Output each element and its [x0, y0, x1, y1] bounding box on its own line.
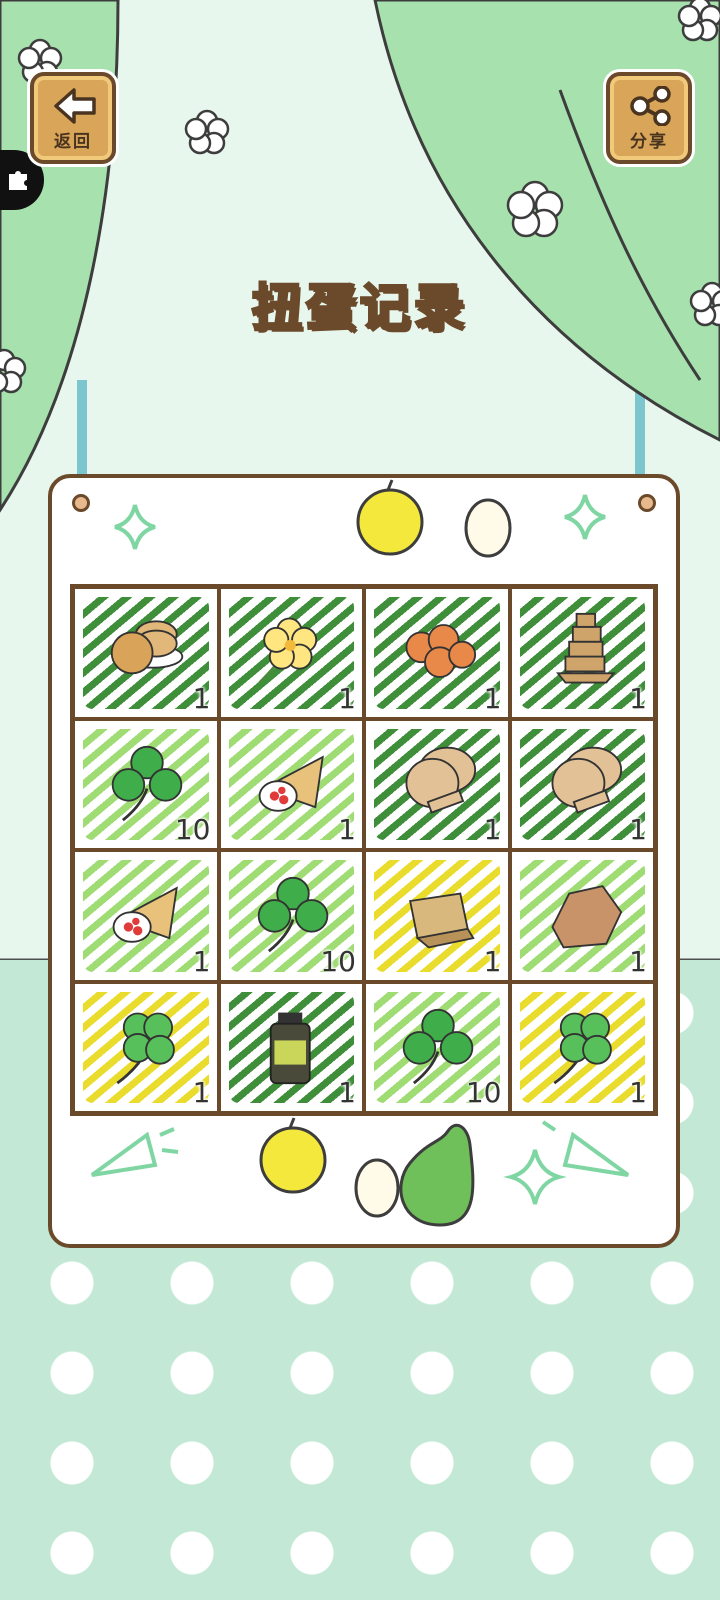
item-count: 1	[483, 681, 502, 715]
item-count: 10	[174, 813, 211, 846]
item-count: 10	[465, 1076, 502, 1109]
item-slot[interactable]: 1	[509, 587, 655, 719]
party-popper-icon	[90, 1120, 630, 1177]
item-count: 1	[192, 944, 211, 978]
item-slot[interactable]: 10	[218, 850, 364, 982]
item-slot[interactable]: 1	[509, 718, 655, 850]
yellow-flower-icon	[258, 617, 317, 684]
item-count: 1	[338, 813, 356, 846]
top-seed-icon	[464, 498, 512, 558]
item-slot[interactable]: 1	[73, 850, 219, 982]
item-count: 1	[629, 681, 647, 715]
sesame-crackers-icon	[551, 746, 622, 814]
item-slot[interactable]: 1	[364, 718, 510, 850]
item-count: 1	[192, 1076, 211, 1109]
four-leaf-clover-icon	[552, 1012, 612, 1084]
item-slot[interactable]: 1	[364, 587, 510, 719]
orange-buns-icon	[405, 624, 477, 678]
item-count: 1	[629, 813, 647, 846]
item-count: 1	[483, 813, 502, 846]
sesame-crackers-icon	[405, 746, 477, 814]
item-slot[interactable]: 1	[73, 587, 219, 719]
item-count: 1	[192, 681, 211, 715]
top-orange-icon	[356, 479, 424, 556]
item-slot[interactable]: 1	[509, 981, 655, 1113]
item-slot[interactable]: 1	[218, 981, 364, 1113]
item-slot[interactable]: 1	[73, 981, 219, 1113]
strawberry-crepe-icon	[258, 754, 324, 812]
bottom-seed-icon	[354, 1158, 400, 1218]
game-scene: 返回 分享 扭蛋记录 1 1 1 1 10 1 1 1 1 10 1 1 1 1…	[0, 0, 720, 1600]
item-count: 1	[483, 944, 502, 978]
item-count: 1	[338, 681, 356, 715]
medicine-bottle-icon	[269, 1012, 311, 1084]
item-count: 1	[629, 1076, 647, 1109]
item-slot[interactable]: 10	[73, 718, 219, 850]
item-slot[interactable]: 1	[218, 718, 364, 850]
item-slot[interactable]: 10	[364, 981, 510, 1113]
item-slot[interactable]: 1	[364, 850, 510, 982]
item-count: 10	[320, 944, 356, 978]
wooden-box-icon	[409, 892, 475, 949]
gacha-item-grid: 1 1 1 1 10 1 1 1 1 10 1 1 1 1 10 1	[70, 584, 658, 1116]
item-count: 1	[629, 944, 647, 978]
stacked-cookies-icon	[555, 612, 616, 684]
bottom-orange-icon	[259, 1117, 327, 1194]
rice-crackers-icon	[110, 620, 184, 675]
bottom-avocado-icon	[399, 1123, 475, 1227]
strawberry-crepe-icon	[112, 886, 178, 943]
item-count: 1	[338, 1076, 356, 1109]
brown-stone-icon	[550, 885, 622, 949]
item-slot[interactable]: 1	[509, 850, 655, 982]
item-slot[interactable]: 1	[218, 587, 364, 719]
four-leaf-clover-icon	[116, 1012, 175, 1084]
